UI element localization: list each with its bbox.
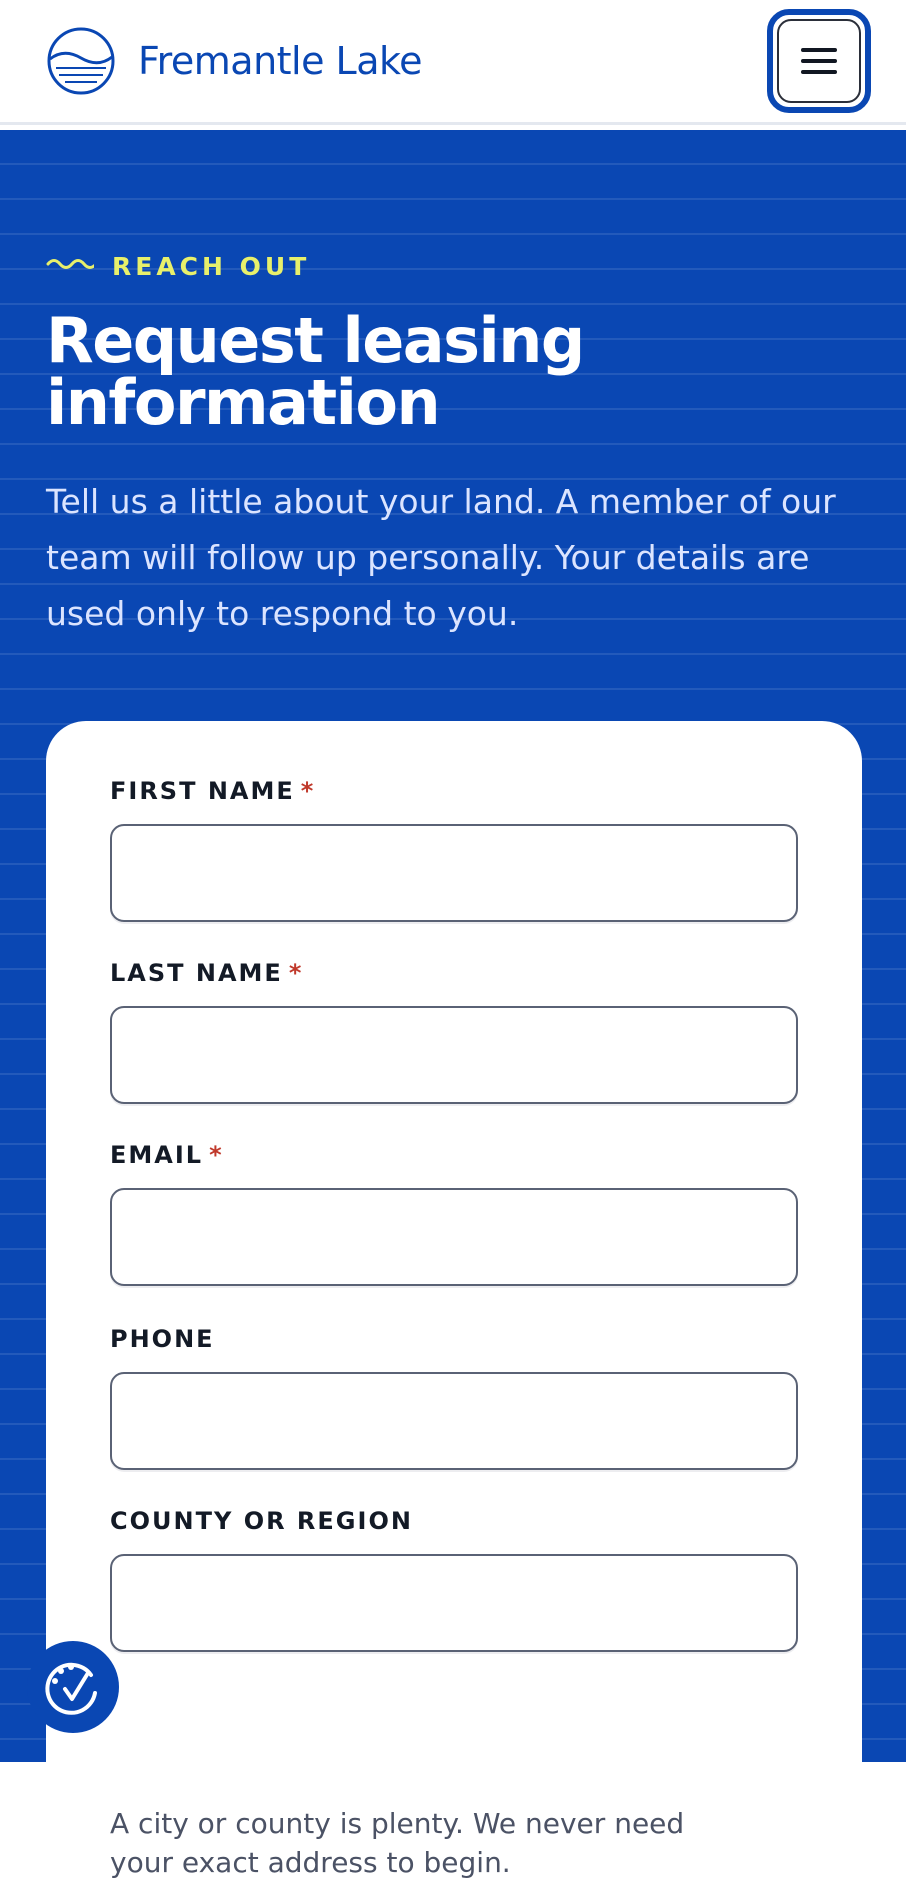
region-label: COUNTY OR REGION [110, 1507, 413, 1535]
hamburger-menu-icon [777, 19, 861, 103]
last-name-input[interactable] [110, 1006, 798, 1104]
eyebrow: REACH OUT [46, 252, 310, 281]
brand-name: Fremantle Lake [138, 39, 423, 83]
wave-icon [46, 258, 94, 269]
email-label: EMAIL * [110, 1141, 224, 1169]
region-input[interactable] [110, 1554, 798, 1652]
phone-field: PHONE [110, 1324, 798, 1470]
accessibility-icon [45, 1662, 97, 1715]
phone-label: PHONE [110, 1325, 215, 1353]
first-name-label: FIRST NAME * [110, 777, 316, 805]
intro-text: Tell us a little about your land. A memb… [46, 482, 836, 633]
region-field: COUNTY OR REGION [110, 1506, 798, 1652]
last-name-field: LAST NAME * [110, 958, 798, 1104]
accessibility-button[interactable] [27, 1641, 119, 1733]
email-field: EMAIL * [110, 1140, 798, 1286]
first-name-field: FIRST NAME * [110, 776, 798, 922]
required-marker: * [288, 959, 304, 987]
region-hint: A city or county is plenty. We never nee… [110, 1807, 685, 1879]
first-name-input[interactable] [110, 824, 798, 922]
email-input[interactable] [110, 1188, 798, 1286]
phone-input[interactable] [110, 1372, 798, 1470]
hero-section: REACH OUT Request leasing information Te… [0, 130, 906, 1879]
last-name-label: LAST NAME * [110, 959, 304, 987]
page-title: Request leasing information [46, 304, 585, 439]
site-header: Fremantle Lake [0, 0, 906, 125]
eyebrow-text: REACH OUT [112, 252, 311, 281]
lake-logo-icon [47, 27, 115, 95]
required-marker: * [300, 777, 316, 805]
menu-button[interactable] [767, 9, 871, 113]
lease-request-form: FIRST NAME * LAST NAME * EMAIL * PHONE COUN… [46, 721, 862, 1879]
brand-link[interactable]: Fremantle Lake [46, 26, 423, 96]
required-marker: * [209, 1141, 224, 1169]
